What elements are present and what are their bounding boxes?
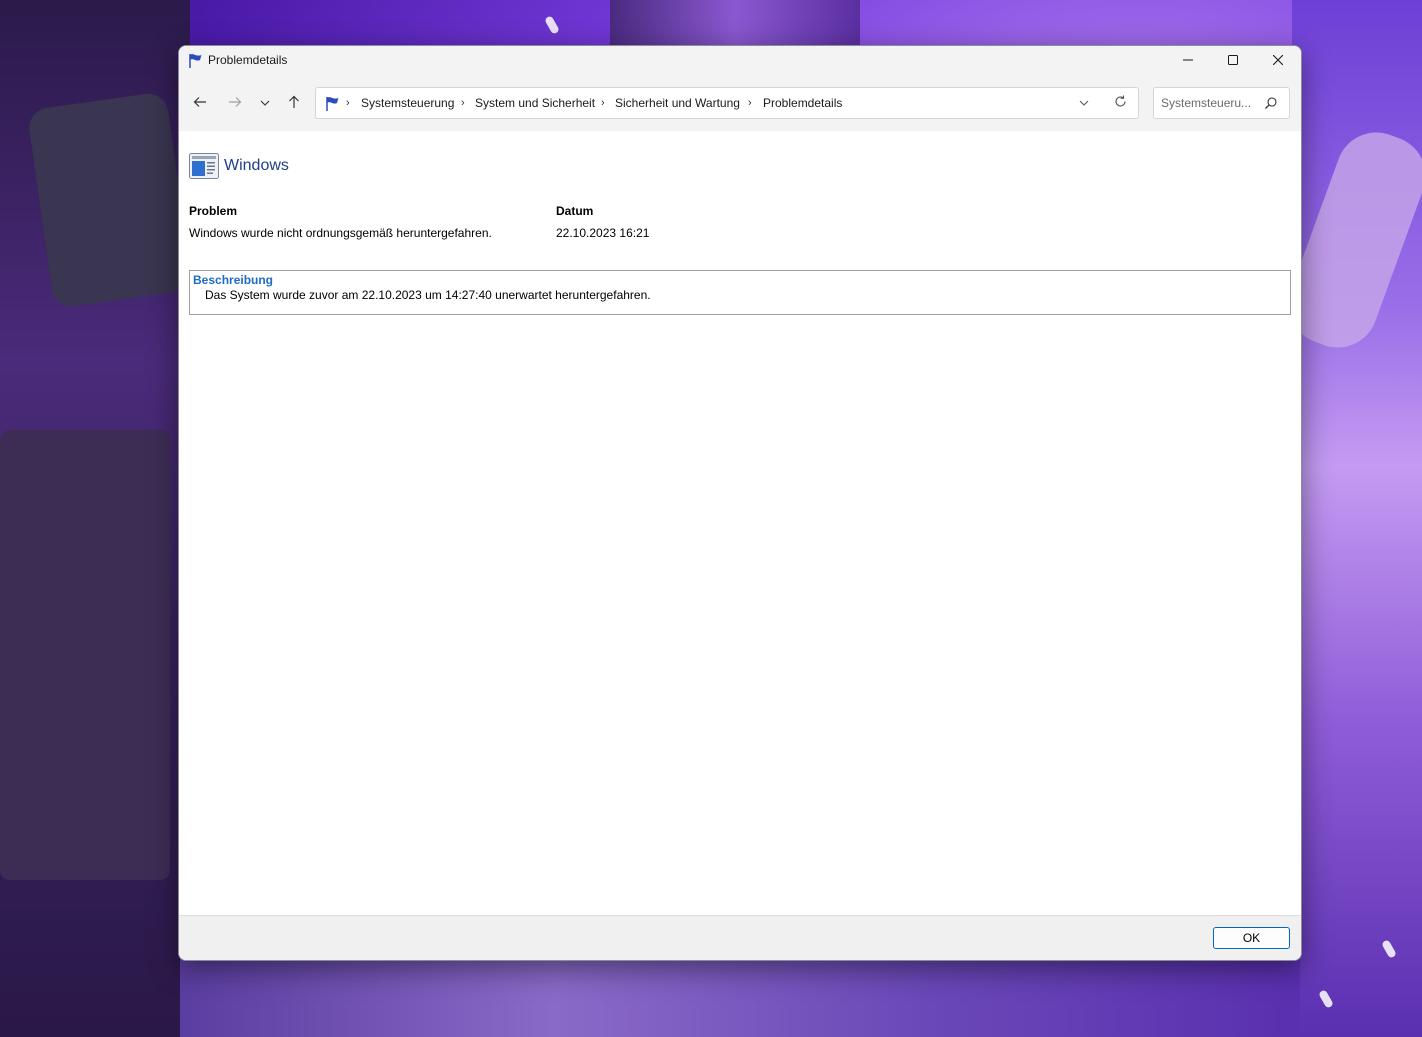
window-title: Problemdetails: [208, 53, 288, 67]
description-box: Beschreibung Das System wurde zuvor am 2…: [189, 270, 1291, 315]
chevron-down-icon: [1079, 95, 1089, 113]
address-dropdown-button[interactable]: [1074, 95, 1094, 113]
problem-value: Windows wurde nicht ordnungsgemäß herunt…: [189, 226, 492, 240]
navigation-bar: › Systemsteuerung › System und Sicherhei…: [179, 76, 1301, 131]
description-text: Das System wurde zuvor am 22.10.2023 um …: [205, 288, 651, 302]
close-button[interactable]: [1255, 46, 1301, 76]
maximize-icon: [1228, 52, 1238, 70]
search-icon[interactable]: [1264, 96, 1278, 115]
description-title: Beschreibung: [193, 273, 274, 287]
flag-icon: [188, 53, 204, 74]
date-label: Datum: [556, 204, 594, 218]
problem-details-window: Problemdetails › Systemsteuerung › Syste…: [178, 45, 1302, 961]
up-button[interactable]: [281, 93, 307, 115]
recent-locations-button[interactable]: [252, 93, 278, 115]
breadcrumb-item-system-und-sicherheit[interactable]: System und Sicherheit: [475, 96, 595, 110]
breadcrumb-separator-icon[interactable]: ›: [346, 97, 350, 109]
dialog-footer: OK: [179, 915, 1301, 960]
app-name-title: Windows: [224, 157, 289, 174]
maximize-button[interactable]: [1210, 46, 1256, 76]
address-bar[interactable]: › Systemsteuerung › System und Sicherhei…: [315, 87, 1139, 119]
minimize-button[interactable]: [1165, 46, 1211, 76]
search-box[interactable]: [1153, 87, 1290, 119]
back-button[interactable]: [187, 93, 213, 115]
breadcrumb-separator-icon[interactable]: ›: [748, 97, 752, 109]
refresh-icon: [1114, 95, 1127, 113]
close-icon: [1272, 52, 1284, 70]
breadcrumb-item-problemdetails[interactable]: Problemdetails: [763, 96, 842, 110]
arrow-left-icon: [193, 95, 207, 114]
breadcrumb-separator-icon[interactable]: ›: [601, 97, 605, 109]
refresh-button[interactable]: [1110, 95, 1130, 113]
arrow-up-icon: [287, 95, 301, 114]
forward-button[interactable]: [222, 93, 248, 115]
title-bar[interactable]: Problemdetails: [179, 46, 1301, 76]
arrow-right-icon: [228, 95, 242, 114]
breadcrumb-item-sicherheit-und-wartung[interactable]: Sicherheit und Wartung: [615, 96, 740, 110]
date-value: 22.10.2023 16:21: [556, 226, 650, 240]
breadcrumb-separator-icon[interactable]: ›: [461, 97, 465, 109]
application-window-icon: [189, 153, 219, 184]
search-input[interactable]: [1161, 95, 1259, 111]
minimize-icon: [1183, 52, 1193, 70]
flag-icon: [325, 96, 341, 117]
problem-label: Problem: [189, 204, 238, 218]
ok-button[interactable]: OK: [1213, 927, 1290, 949]
main-content: Windows Problem Windows wurde nicht ordn…: [179, 131, 1301, 915]
breadcrumb-item-systemsteuerung[interactable]: Systemsteuerung: [361, 96, 454, 110]
chevron-down-icon: [260, 95, 270, 113]
